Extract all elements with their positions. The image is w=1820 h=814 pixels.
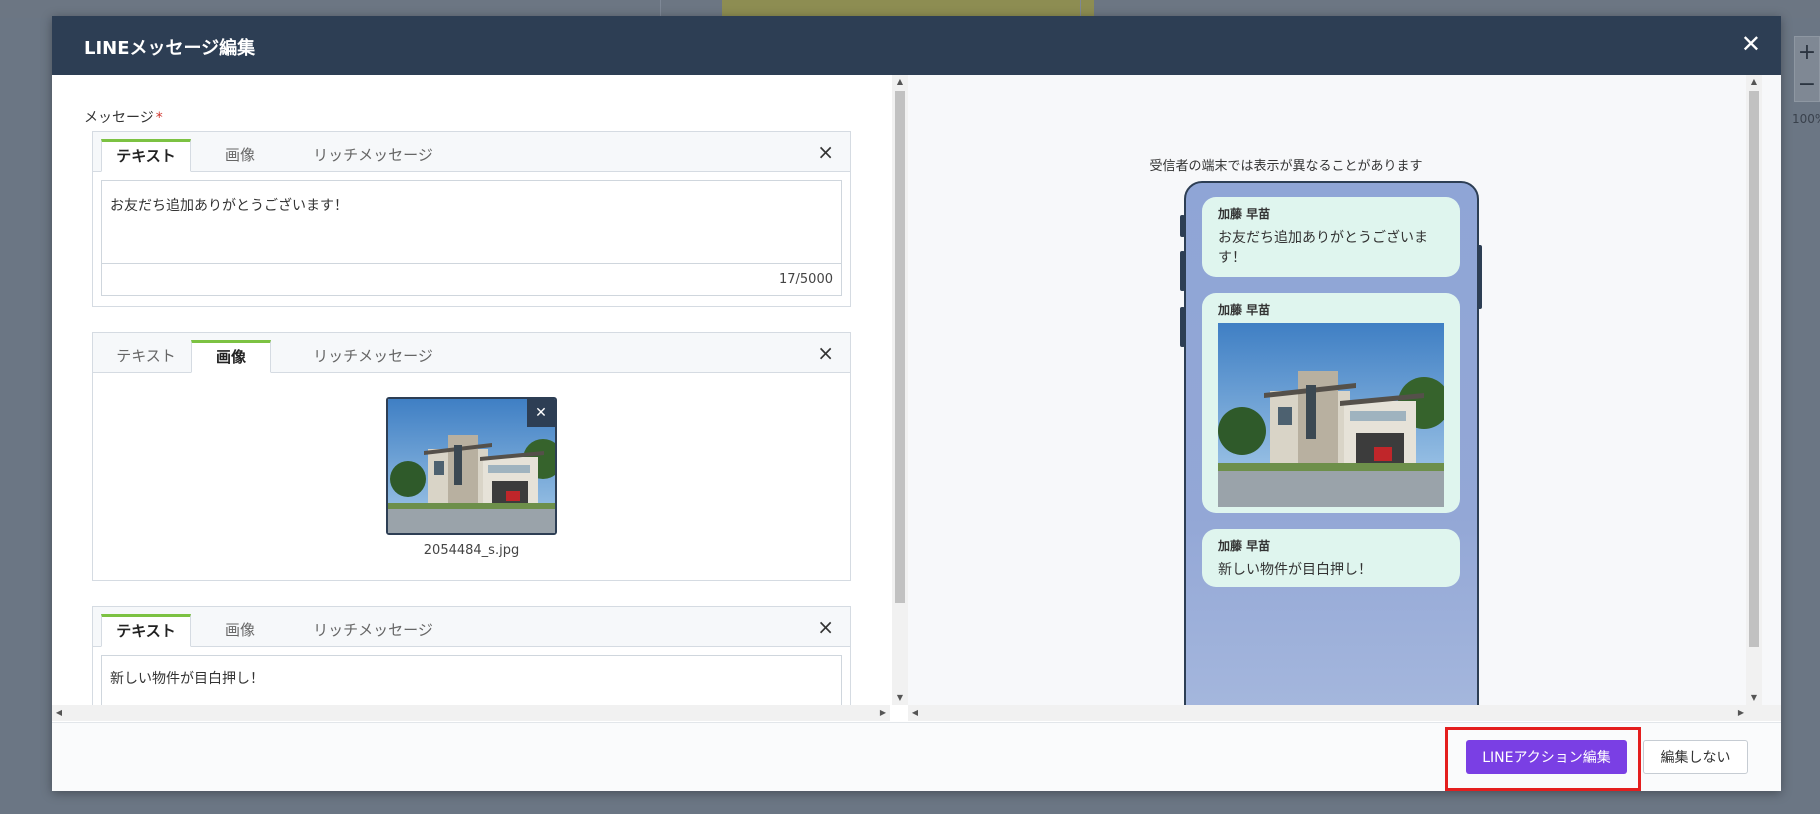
tab-rich-message[interactable]: リッチメッセージ [283, 614, 463, 647]
preview-pane: 受信者の端末では表示が異なることがあります 加藤 早苗 お友だち追加ありがとうご… [908, 75, 1781, 721]
background-divider [660, 0, 661, 16]
sender-name: 加藤 早苗 [1218, 539, 1271, 553]
scroll-down-icon[interactable]: ▼ [892, 691, 908, 705]
char-counter: 17/5000 [778, 272, 833, 287]
bubble-image [1218, 323, 1444, 507]
zoom-in-button[interactable]: + [1795, 37, 1819, 69]
message-card-text: テキスト 画像 リッチメッセージ × お友だち追加ありがとうございます！ 17/… [92, 131, 851, 307]
right-vertical-scrollbar[interactable]: ▲ ▼ [1746, 75, 1762, 705]
tab-rich-message[interactable]: リッチメッセージ [283, 139, 463, 172]
left-vertical-scrollbar[interactable]: ▲ ▼ [892, 75, 908, 705]
zoom-control: + − [1794, 36, 1820, 102]
remove-message-icon[interactable]: × [817, 141, 834, 163]
image-thumbnail[interactable]: ✕ [386, 397, 557, 535]
message-type-tabs: テキスト 画像 リッチメッセージ × [93, 607, 850, 647]
close-icon[interactable]: ✕ [1741, 30, 1761, 58]
scroll-right-icon[interactable]: ▶ [876, 705, 890, 721]
right-horizontal-scrollbar[interactable]: ◀ ▶ [908, 705, 1781, 721]
message-type-tabs: テキスト 画像 リッチメッセージ × [93, 132, 850, 172]
chat-bubble-image: 加藤 早苗 [1202, 293, 1460, 513]
tab-text[interactable]: テキスト [101, 614, 191, 647]
image-file-name: 2054484_s.jpg [423, 543, 520, 558]
zoom-level: 100% [1792, 112, 1820, 126]
sender-name: 加藤 早苗 [1218, 303, 1271, 317]
remove-message-icon[interactable]: × [817, 342, 834, 364]
scroll-up-icon[interactable]: ▲ [892, 75, 908, 89]
tab-text[interactable]: テキスト [101, 139, 191, 172]
required-mark: * [155, 110, 163, 126]
house-photo-icon [1218, 323, 1444, 507]
scroll-up-icon[interactable]: ▲ [1746, 75, 1762, 89]
scrollbar-thumb[interactable] [895, 91, 905, 603]
sender-name: 加藤 早苗 [1218, 207, 1271, 221]
message-text-box: お友だち追加ありがとうございます！ 17/5000 [101, 180, 842, 296]
chat-bubble: 加藤 早苗 お友だち追加ありがとうございます！ [1202, 197, 1460, 277]
zoom-out-button[interactable]: − [1795, 69, 1819, 101]
modal-header: LINEメッセージ編集 ✕ [52, 16, 1781, 75]
bubble-text: 新しい物件が目白押し！ [1218, 562, 1372, 578]
message-field-label: メッセージ * [84, 110, 163, 126]
line-message-edit-modal: LINEメッセージ編集 ✕ メッセージ * テキスト 画像 リッチメッセージ × … [52, 16, 1781, 791]
remove-message-icon[interactable]: × [817, 616, 834, 638]
tab-image[interactable]: 画像 [205, 614, 275, 647]
background-divider [1080, 0, 1081, 16]
remove-image-icon[interactable]: ✕ [527, 399, 555, 427]
preview-note: 受信者の端末では表示が異なることがあります [1149, 159, 1423, 174]
modal-footer: LINEアクション編集 編集しない [52, 722, 1781, 791]
tab-image[interactable]: 画像 [205, 139, 275, 172]
left-horizontal-scrollbar[interactable]: ◀ ▶ [52, 705, 890, 721]
scroll-down-icon[interactable]: ▼ [1746, 691, 1762, 705]
background-banner [722, 0, 1094, 16]
message-card-image: テキスト 画像 リッチメッセージ × ✕ 2054484_s.jpg [92, 332, 851, 581]
message-card-text: テキスト 画像 リッチメッセージ × 新しい物件が目白押し！ [92, 606, 851, 721]
tab-rich-message[interactable]: リッチメッセージ [283, 340, 463, 373]
scroll-left-icon[interactable]: ◀ [52, 705, 66, 721]
modal-body: メッセージ * テキスト 画像 リッチメッセージ × お友だち追加ありがとうござい… [52, 75, 1781, 721]
chat-bubble: 加藤 早苗 新しい物件が目白押し！ [1202, 529, 1460, 587]
phone-preview: 加藤 早苗 お友だち追加ありがとうございます！ 加藤 早苗 加藤 早苗 新しい物… [1184, 181, 1479, 721]
message-type-tabs: テキスト 画像 リッチメッセージ × [93, 333, 850, 373]
tab-text[interactable]: テキスト [101, 340, 191, 373]
modal-title: LINEメッセージ編集 [84, 38, 256, 59]
line-action-edit-button[interactable]: LINEアクション編集 [1466, 740, 1627, 774]
message-textarea[interactable]: お友だち追加ありがとうございます！ [102, 181, 841, 264]
scroll-right-icon[interactable]: ▶ [1734, 705, 1748, 721]
skip-edit-button[interactable]: 編集しない [1643, 740, 1748, 774]
tab-image[interactable]: 画像 [191, 340, 271, 373]
scroll-left-icon[interactable]: ◀ [908, 705, 922, 721]
scrollbar-thumb[interactable] [1749, 91, 1759, 647]
bubble-text: お友だち追加ありがとうございます！ [1218, 230, 1428, 266]
message-editor-pane: メッセージ * テキスト 画像 リッチメッセージ × お友だち追加ありがとうござい… [52, 75, 890, 721]
